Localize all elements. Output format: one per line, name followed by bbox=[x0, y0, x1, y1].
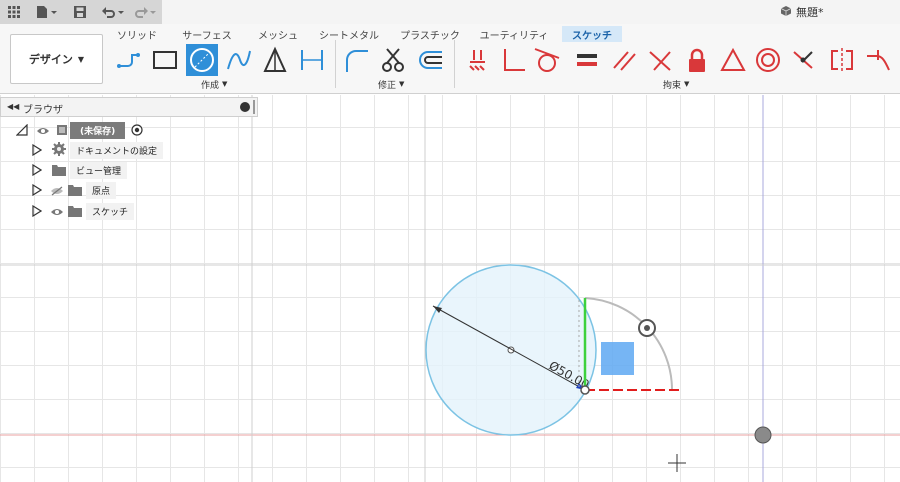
lock-icon[interactable] bbox=[681, 44, 713, 76]
tab-sheet-metal[interactable]: シートメタル bbox=[318, 26, 380, 42]
tree-item[interactable]: 原点 bbox=[32, 181, 117, 200]
tree-item-sketches: スケッチ bbox=[86, 202, 135, 220]
expand-icon[interactable] bbox=[32, 164, 42, 176]
curvature-icon[interactable] bbox=[862, 44, 894, 76]
midpoint-icon[interactable] bbox=[788, 44, 820, 76]
eye-icon[interactable] bbox=[36, 121, 50, 140]
document-title-text: 無題* bbox=[796, 6, 824, 19]
cube-icon bbox=[780, 5, 792, 20]
dimension-tool[interactable] bbox=[296, 44, 328, 76]
tree-item[interactable]: ビュー管理 bbox=[32, 161, 128, 180]
create-group-label[interactable]: 作成 ▼ bbox=[201, 78, 228, 91]
document-title: 無題* bbox=[780, 3, 824, 21]
rotate-handle-dot bbox=[644, 325, 650, 331]
perpendicular-icon[interactable] bbox=[497, 44, 529, 76]
chevron-down-icon: ▼ bbox=[77, 54, 85, 64]
workspace-label: デザイン bbox=[28, 53, 73, 66]
divider bbox=[454, 40, 455, 88]
expand-icon[interactable] bbox=[16, 124, 28, 136]
tab-sketch[interactable]: スケッチ bbox=[562, 26, 622, 42]
undo-icon[interactable] bbox=[100, 3, 126, 21]
browser-title: ブラウザ bbox=[23, 105, 63, 116]
origin-handle[interactable] bbox=[580, 385, 590, 395]
redo-icon[interactable] bbox=[132, 3, 158, 21]
sketch-origin-point[interactable] bbox=[754, 426, 772, 444]
modify-label-text: 修正 bbox=[378, 80, 397, 91]
folder-icon bbox=[68, 202, 82, 221]
scissors-icon[interactable] bbox=[377, 44, 409, 76]
grid-icon[interactable] bbox=[6, 3, 22, 21]
toolbar-ribbon: ソリッド サーフェス メッシュ シートメタル プラスチック ユーティリティ スケ… bbox=[0, 24, 900, 94]
equal-icon[interactable] bbox=[571, 44, 603, 76]
pin-icon[interactable] bbox=[253, 100, 255, 114]
rectangle-tool[interactable] bbox=[149, 44, 181, 76]
tab-plastic[interactable]: プラスチック bbox=[400, 26, 460, 42]
constraints-group-label[interactable]: 拘束 ▼ bbox=[663, 78, 690, 91]
fusion-app: 無題* ソリッド サーフェス メッシュ シートメタル プラスチック ユーティリテ… bbox=[0, 0, 900, 482]
expand-icon[interactable] bbox=[32, 144, 42, 156]
concentric-icon[interactable] bbox=[752, 44, 784, 76]
document-icon bbox=[56, 121, 68, 140]
app-bar: 無題* bbox=[0, 0, 900, 24]
expand-icon[interactable] bbox=[32, 184, 42, 196]
offset-tool[interactable] bbox=[414, 44, 446, 76]
workspace-switcher[interactable]: デザイン ▼ bbox=[10, 34, 103, 84]
chevron-down-icon: ▼ bbox=[222, 80, 228, 88]
spline-tool[interactable] bbox=[223, 44, 255, 76]
fix-constraint-icon[interactable] bbox=[462, 44, 494, 76]
tree-item[interactable]: ドキュメントの設定 bbox=[32, 141, 164, 160]
file-icon[interactable] bbox=[34, 3, 60, 21]
create-label-text: 作成 bbox=[201, 80, 220, 91]
quick-access-toolbar bbox=[0, 0, 162, 24]
tangent-icon[interactable] bbox=[531, 44, 563, 76]
constraints-label-text: 拘束 bbox=[663, 80, 682, 91]
fillet-tool[interactable] bbox=[340, 44, 372, 76]
tab-utility[interactable]: ユーティリティ bbox=[478, 26, 550, 42]
tree-item-view-management: ビュー管理 bbox=[70, 161, 128, 179]
folder-icon bbox=[52, 161, 66, 180]
folder-icon bbox=[68, 181, 82, 200]
browser-panel: ◀◀ ブラウザ bbox=[0, 97, 258, 117]
line-tool[interactable] bbox=[113, 44, 145, 76]
plane-move-handle[interactable] bbox=[601, 342, 634, 375]
eye-icon[interactable] bbox=[50, 202, 64, 221]
tab-surface[interactable]: サーフェス bbox=[182, 26, 231, 42]
eye-hidden-icon[interactable] bbox=[50, 181, 64, 200]
tree-item-document-settings: ドキュメントの設定 bbox=[70, 141, 164, 159]
triangle-constraint-icon[interactable] bbox=[717, 44, 749, 76]
tab-mesh[interactable]: メッシュ bbox=[258, 26, 298, 42]
chevron-down-icon: ▼ bbox=[684, 80, 690, 88]
collapse-icon[interactable]: ◀◀ bbox=[7, 102, 19, 111]
expand-icon[interactable] bbox=[32, 205, 42, 217]
root-component-label: (未保存) bbox=[70, 121, 126, 139]
browser-options-icon[interactable] bbox=[240, 102, 250, 112]
save-icon[interactable] bbox=[72, 3, 88, 21]
circle-tool[interactable] bbox=[186, 44, 218, 76]
symmetry-icon[interactable] bbox=[826, 44, 858, 76]
tab-solid[interactable]: ソリッド bbox=[117, 26, 157, 42]
triangle-tool[interactable] bbox=[259, 44, 291, 76]
gear-icon bbox=[52, 141, 66, 160]
activate-radio-icon[interactable] bbox=[131, 121, 143, 140]
parallel-icon[interactable] bbox=[608, 44, 640, 76]
divider bbox=[335, 40, 336, 88]
tree-item[interactable]: スケッチ bbox=[32, 202, 135, 221]
modify-group-label[interactable]: 修正 ▼ bbox=[378, 78, 405, 91]
tree-root[interactable]: (未保存) bbox=[16, 121, 143, 139]
perpendicular-angle-icon[interactable] bbox=[644, 44, 676, 76]
tree-item-origin: 原点 bbox=[86, 181, 117, 199]
chevron-down-icon: ▼ bbox=[399, 80, 405, 88]
